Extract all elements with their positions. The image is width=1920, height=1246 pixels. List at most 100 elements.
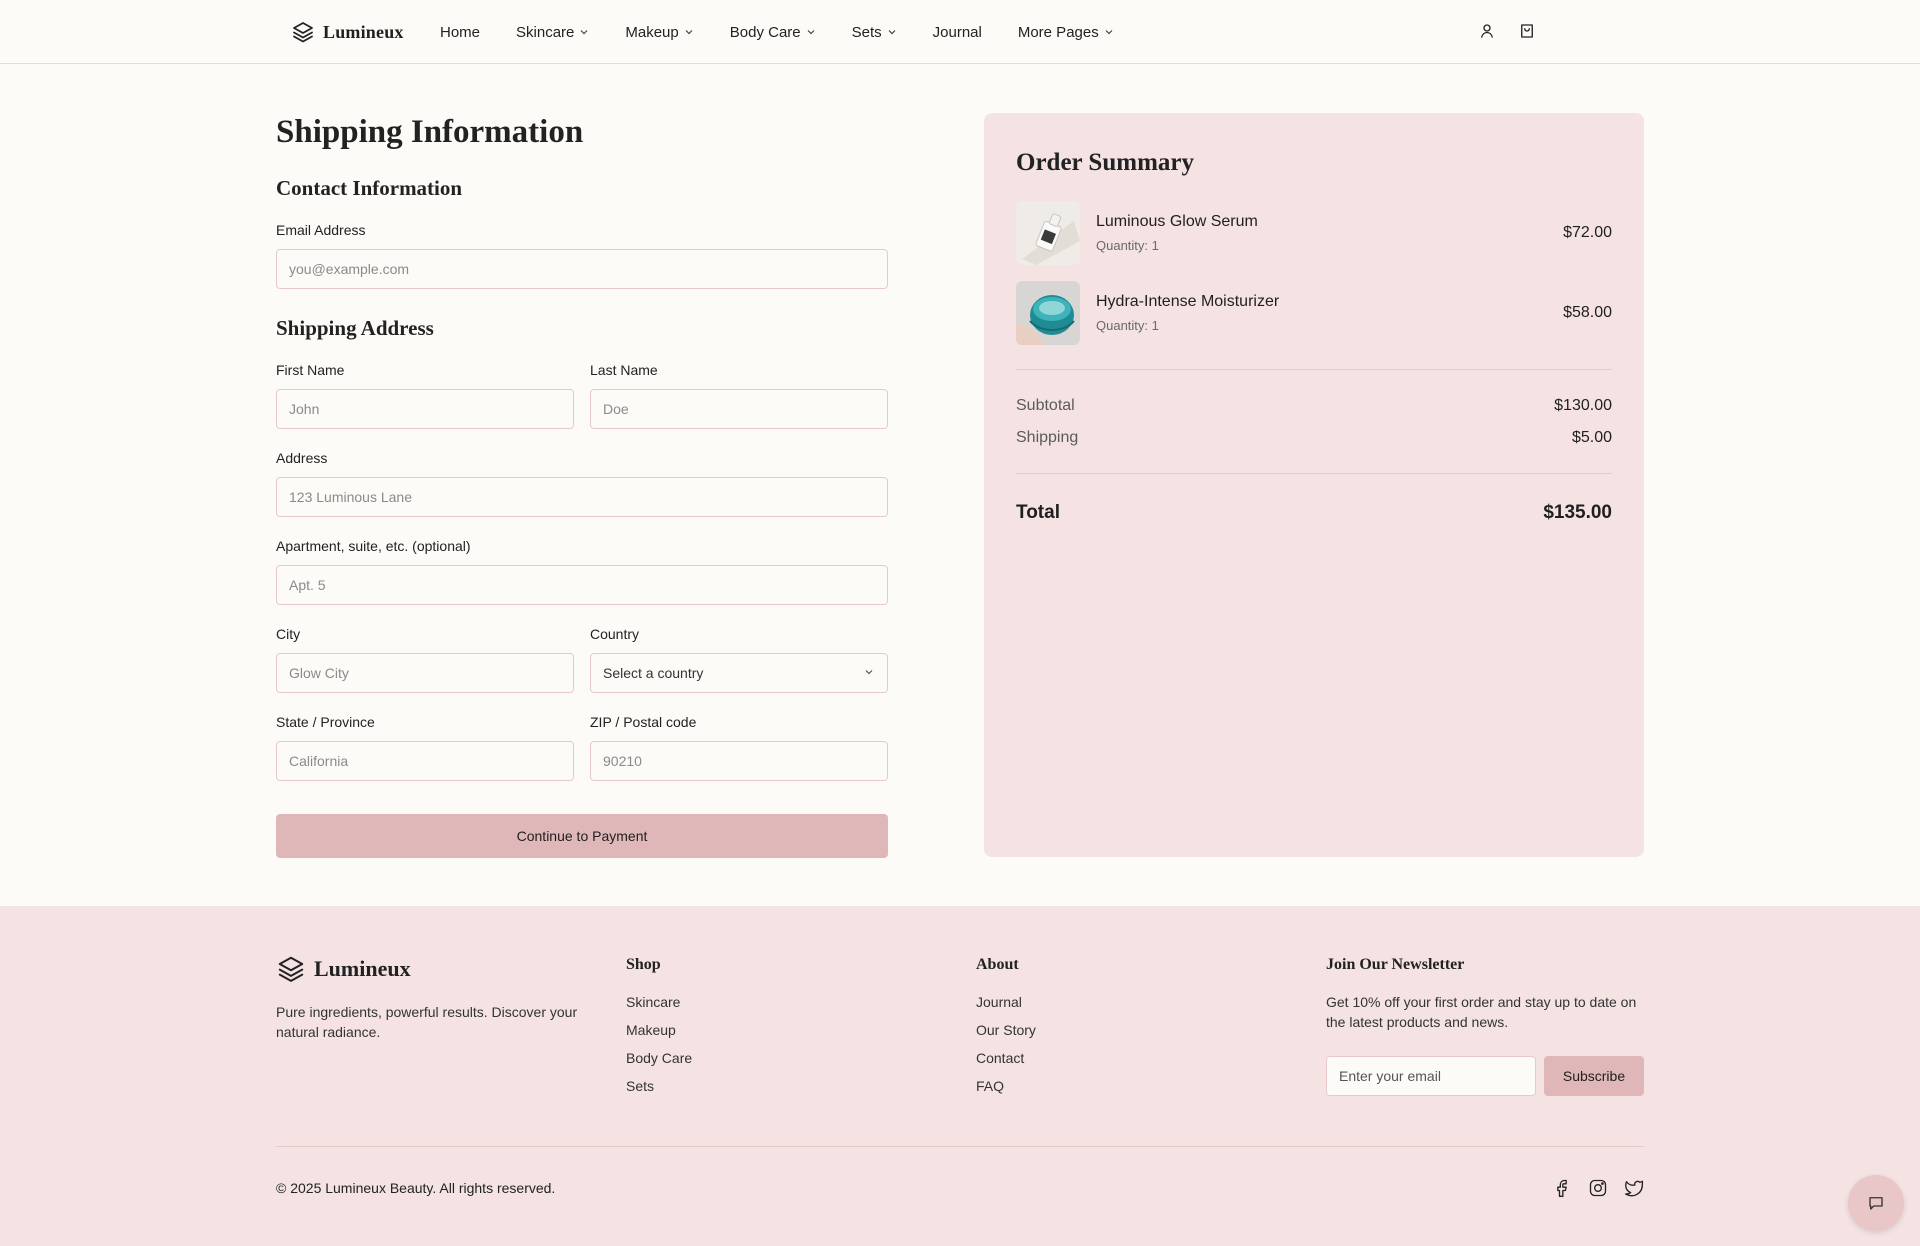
brand-name: Lumineux: [323, 21, 404, 42]
city-label: City: [276, 626, 301, 642]
zip-input[interactable]: [590, 741, 888, 781]
nav-label: Skincare: [516, 23, 575, 41]
footer-link-makeup[interactable]: Makeup: [626, 1020, 692, 1040]
footer-link-journal[interactable]: Journal: [976, 992, 1036, 1012]
first-name-input[interactable]: [276, 389, 574, 429]
item-name: Luminous Glow Serum: [1096, 213, 1258, 230]
footer-link-body-care[interactable]: Body Care: [626, 1048, 692, 1068]
address-label: Address: [276, 450, 328, 466]
order-item: Luminous Glow Serum Quantity: 1 $72.00: [1016, 201, 1612, 265]
item-price: $58.00: [1563, 304, 1612, 321]
item-name: Hydra-Intense Moisturizer: [1096, 293, 1280, 310]
twitter-icon[interactable]: [1624, 1178, 1644, 1198]
chevron-down-icon: [579, 27, 589, 37]
item-quantity: Quantity: 1: [1096, 318, 1159, 333]
footer-about-title: About: [976, 956, 1019, 973]
nav-label: Body Care: [729, 23, 801, 41]
nav-label: Makeup: [625, 23, 679, 41]
newsletter-email-input[interactable]: [1326, 1056, 1536, 1096]
subtotal-value: $130.00: [1554, 397, 1612, 414]
footer-tagline: Pure ingredients, powerful results. Disc…: [276, 1004, 578, 1040]
shipping-row: Shipping $5.00: [1016, 429, 1612, 447]
copyright-text: © 2025 Lumineux Beauty. All rights reser…: [276, 1180, 556, 1196]
continue-to-payment-button[interactable]: Continue to Payment: [276, 814, 888, 858]
newsletter-form: Subscribe: [1326, 1056, 1644, 1096]
contact-section-title: Contact Information: [276, 176, 463, 200]
shipping-value: $5.00: [1571, 429, 1612, 446]
chat-button[interactable]: [1848, 1175, 1904, 1231]
zip-label: ZIP / Postal code: [590, 714, 697, 730]
layers-logo-icon: [291, 20, 315, 44]
footer-brand-name: Lumineux: [314, 956, 411, 981]
newsletter-text: Get 10% off your first order and stay up…: [1326, 994, 1637, 1030]
footer-link-faq[interactable]: FAQ: [976, 1076, 1036, 1096]
footer-link-sets[interactable]: Sets: [626, 1076, 692, 1096]
top-navigation: Lumineux Home Skincare Makeup Body Care …: [0, 0, 1920, 64]
country-label: Country: [590, 626, 640, 642]
chevron-down-icon: [1104, 27, 1114, 37]
nav-skincare[interactable]: Skincare: [516, 24, 589, 41]
main-nav: Home Skincare Makeup Body Care Sets Jour…: [440, 0, 1150, 64]
footer-divider: [276, 1146, 1644, 1147]
summary-divider: [1016, 369, 1612, 370]
address-input[interactable]: [276, 477, 888, 517]
facebook-icon[interactable]: [1552, 1178, 1572, 1198]
email-input[interactable]: [276, 249, 888, 289]
shipping-address-title: Shipping Address: [276, 316, 434, 340]
nav-body-care[interactable]: Body Care: [730, 24, 816, 41]
item-price: $72.00: [1563, 224, 1612, 241]
country-select[interactable]: Select a country: [590, 653, 888, 693]
total-row: Total $135.00: [1016, 502, 1612, 524]
site-footer: Lumineux Pure ingredients, powerful resu…: [0, 906, 1920, 1246]
footer-link-our-story[interactable]: Our Story: [976, 1020, 1036, 1040]
chevron-down-icon: [863, 665, 875, 681]
user-icon[interactable]: [1478, 22, 1496, 40]
footer-shop-column: Shop Skincare Makeup Body Care Sets: [626, 956, 692, 1104]
chevron-down-icon: [887, 27, 897, 37]
footer-shop-title: Shop: [626, 956, 661, 973]
apartment-input[interactable]: [276, 565, 888, 605]
nav-label: Journal: [932, 23, 982, 41]
nav-more-pages[interactable]: More Pages: [1018, 24, 1114, 41]
chevron-down-icon: [806, 27, 816, 37]
brand-logo-link[interactable]: Lumineux: [291, 18, 404, 46]
total-label: Total: [1016, 502, 1060, 523]
subscribe-button[interactable]: Subscribe: [1544, 1056, 1644, 1096]
total-value: $135.00: [1543, 502, 1612, 523]
last-name-label: Last Name: [590, 362, 658, 378]
city-input[interactable]: [276, 653, 574, 693]
nav-makeup[interactable]: Makeup: [625, 24, 693, 41]
chat-bubble-icon: [1867, 1194, 1885, 1212]
order-item: Hydra-Intense Moisturizer Quantity: 1 $5…: [1016, 281, 1612, 345]
shipping-label: Shipping: [1016, 429, 1079, 446]
summary-divider: [1016, 473, 1612, 474]
nav-sets[interactable]: Sets: [852, 24, 897, 41]
serum-bottle-thumbnail: [1016, 201, 1080, 265]
nav-label: Sets: [851, 23, 882, 41]
footer-brand[interactable]: Lumineux: [276, 954, 411, 984]
country-select-value: Select a country: [603, 665, 704, 681]
page-title: Shipping Information: [276, 114, 584, 150]
footer-link-contact[interactable]: Contact: [976, 1048, 1036, 1068]
newsletter-title: Join Our Newsletter: [1326, 956, 1465, 973]
moisturizer-jar-thumbnail: [1016, 281, 1080, 345]
chevron-down-icon: [684, 27, 694, 37]
item-quantity: Quantity: 1: [1096, 238, 1159, 253]
social-links: [1552, 1178, 1644, 1198]
shopping-bag-icon[interactable]: [1518, 22, 1536, 40]
subtotal-label: Subtotal: [1016, 397, 1075, 414]
last-name-input[interactable]: [590, 389, 888, 429]
first-name-label: First Name: [276, 362, 345, 378]
nav-label: Home: [440, 23, 481, 41]
state-input[interactable]: [276, 741, 574, 781]
subtotal-row: Subtotal $130.00: [1016, 397, 1612, 415]
nav-journal[interactable]: Journal: [933, 24, 982, 41]
email-label: Email Address: [276, 222, 366, 238]
nav-home[interactable]: Home: [440, 24, 480, 41]
footer-about-column: About Journal Our Story Contact FAQ: [976, 956, 1036, 1104]
order-summary-title: Order Summary: [1016, 149, 1194, 176]
layers-logo-icon: [276, 954, 306, 984]
instagram-icon[interactable]: [1588, 1178, 1608, 1198]
footer-link-skincare[interactable]: Skincare: [626, 992, 692, 1012]
state-label: State / Province: [276, 714, 375, 730]
